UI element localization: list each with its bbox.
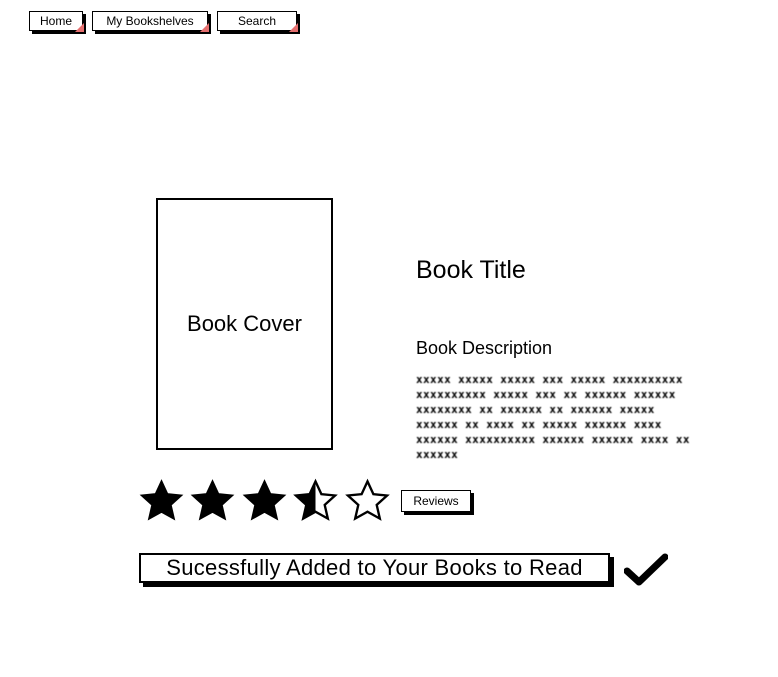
star-full-icon[interactable] (241, 477, 288, 525)
star-full-icon[interactable] (189, 477, 236, 525)
search-button[interactable]: Search (217, 11, 298, 32)
star-empty-icon[interactable] (344, 477, 391, 525)
success-message: Sucessfully Added to Your Books to Read (139, 553, 610, 583)
book-description-text: xxxxx xxxxx xxxxx xxx xxxxx xxxxxxxxxx x… (416, 373, 690, 461)
home-button[interactable]: Home (29, 11, 84, 32)
corner-marker (289, 23, 298, 32)
search-button-label: Search (237, 14, 277, 28)
star-full-icon[interactable] (138, 477, 185, 525)
star-rating[interactable] (138, 477, 391, 525)
reviews-button-label: Reviews (413, 494, 459, 508)
checkmark-icon (624, 553, 668, 586)
corner-marker (75, 23, 84, 32)
book-cover: Book Cover (156, 198, 333, 450)
home-button-label: Home (39, 14, 72, 28)
my-bookshelves-button-label: My Bookshelves (106, 14, 194, 28)
book-description-heading: Book Description (416, 338, 553, 358)
reviews-button[interactable]: Reviews (401, 490, 471, 512)
book-cover-label: Book Cover (187, 311, 302, 336)
corner-marker (200, 23, 209, 32)
my-bookshelves-button[interactable]: My Bookshelves (92, 11, 209, 32)
book-title: Book Title (416, 256, 526, 284)
star-half-icon[interactable] (292, 477, 339, 525)
success-message-text: Sucessfully Added to Your Books to Read (166, 555, 583, 580)
